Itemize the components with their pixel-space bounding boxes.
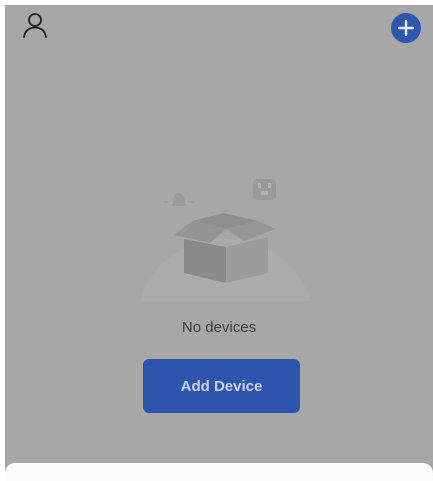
add-device-button[interactable]: Add Device (143, 359, 300, 413)
bell-icon (164, 193, 194, 206)
plus-icon (397, 19, 415, 37)
person-icon (23, 13, 47, 38)
profile-button[interactable] (21, 11, 49, 39)
bottom-sheet[interactable] (5, 463, 433, 481)
add-button[interactable] (391, 13, 421, 43)
socket-icon (253, 179, 276, 200)
empty-state-message: No devices (181, 319, 257, 336)
app-screen: No devices Add Device (5, 5, 433, 481)
top-bar (5, 5, 433, 49)
empty-box-illustration (140, 173, 310, 303)
